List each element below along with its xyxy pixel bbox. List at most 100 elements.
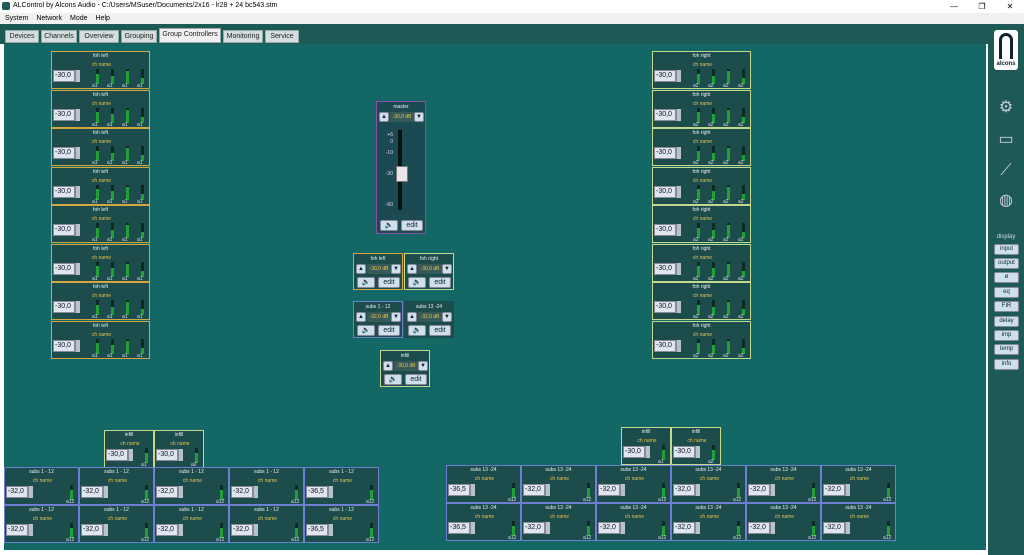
- tab-overview[interactable]: Overview: [79, 30, 119, 43]
- subs-right-panel-gain-field[interactable]: -32,0: [748, 484, 770, 496]
- subs-right-panel-gain-field[interactable]: -32,0: [823, 484, 845, 496]
- foh-right-panel-gain-field[interactable]: -30,0: [654, 262, 676, 275]
- infill-controller-edit-button[interactable]: edit: [405, 374, 427, 385]
- subs-left-panel-gain-field[interactable]: -32,0: [81, 486, 103, 498]
- subs-right-panel-gain-field[interactable]: -32,0: [673, 522, 695, 534]
- subs-right-panel-gain-spinner[interactable]: [620, 522, 625, 534]
- display-input-button[interactable]: input: [994, 244, 1019, 255]
- subs-left-panel-gain-spinner[interactable]: [178, 524, 183, 536]
- subs-left-panel-gain-spinner[interactable]: [328, 524, 333, 536]
- subs-1-12-controller-mute-button[interactable]: 🔈: [357, 325, 375, 336]
- foh-left-panel-gain-spinner[interactable]: [75, 262, 80, 275]
- foh-left-panel-gain-field[interactable]: -30,0: [53, 224, 75, 236]
- globe-icon[interactable]: ◍: [997, 192, 1015, 210]
- infill-controller-down-button[interactable]: ▼: [418, 361, 428, 371]
- tab-service[interactable]: Service: [265, 30, 299, 43]
- master-mute-button[interactable]: 🔈: [380, 220, 398, 231]
- subs-1-12-controller-up-button[interactable]: ▲: [356, 312, 366, 322]
- infill-left-a2-panel-gain-field[interactable]: -30,0: [156, 449, 178, 461]
- foh-left-panel-gain-spinner[interactable]: [75, 339, 80, 352]
- tab-group-controllers[interactable]: Group Controllers: [159, 28, 221, 43]
- foh-left-panel-gain-spinner[interactable]: [75, 185, 80, 198]
- subs-13-24-controller-mute-button[interactable]: 🔈: [408, 325, 426, 336]
- foh-left-controller-mute-button[interactable]: 🔈: [357, 277, 375, 288]
- foh-right-panel-gain-field[interactable]: -30,0: [654, 224, 676, 236]
- display-imp-button[interactable]: imp: [994, 330, 1019, 341]
- subs-1-12-controller-edit-button[interactable]: edit: [378, 325, 400, 336]
- subs-1-12-controller-down-button[interactable]: ▼: [391, 312, 401, 322]
- foh-left-panel-gain-spinner[interactable]: [75, 147, 80, 159]
- foh-left-panel-gain-field[interactable]: -30,0: [53, 339, 75, 352]
- tab-channels[interactable]: Channels: [41, 30, 77, 43]
- subs-right-panel-gain-field[interactable]: -32,0: [748, 522, 770, 534]
- subs-13-24-controller-up-button[interactable]: ▲: [407, 312, 417, 322]
- foh-left-panel-gain-spinner[interactable]: [75, 70, 80, 82]
- infill-left-a2-panel-gain-spinner[interactable]: [178, 449, 183, 461]
- foh-right-panel-gain-field[interactable]: -30,0: [654, 301, 676, 313]
- fader-knob[interactable]: [396, 166, 408, 182]
- subs-left-panel-gain-spinner[interactable]: [28, 524, 33, 536]
- subs-left-panel-gain-field[interactable]: -32,0: [156, 486, 178, 498]
- subs-left-panel-gain-spinner[interactable]: [253, 524, 258, 536]
- subs-left-panel-gain-field[interactable]: -36,5: [306, 486, 328, 498]
- subs-13-24-controller-edit-button[interactable]: edit: [429, 325, 451, 336]
- foh-left-panel-gain-field[interactable]: -30,0: [53, 301, 75, 313]
- subs-left-panel-gain-field[interactable]: -36,5: [306, 524, 328, 536]
- subs-right-panel-gain-field[interactable]: -36,5: [448, 522, 470, 534]
- subs-right-panel-gain-field[interactable]: -32,0: [523, 522, 545, 534]
- foh-right-controller-up-button[interactable]: ▲: [407, 264, 417, 274]
- subs-13-24-controller-down-button[interactable]: ▼: [442, 312, 452, 322]
- infill-right-a2-panel-gain-field[interactable]: -30,0: [673, 446, 695, 458]
- subs-left-panel-gain-spinner[interactable]: [178, 486, 183, 498]
- display-phase-button[interactable]: ø: [994, 272, 1019, 283]
- subs-right-panel-gain-field[interactable]: -32,0: [523, 484, 545, 496]
- menu-help[interactable]: Help: [91, 13, 113, 22]
- foh-right-panel-gain-spinner[interactable]: [676, 108, 681, 121]
- tab-grouping[interactable]: Grouping: [121, 30, 157, 43]
- subs-left-panel-gain-spinner[interactable]: [253, 486, 258, 498]
- display-info-button[interactable]: info: [994, 359, 1019, 370]
- foh-left-panel-gain-field[interactable]: -30,0: [53, 70, 75, 82]
- minimize-button[interactable]: —: [940, 0, 968, 13]
- foh-right-panel-gain-field[interactable]: -30,0: [654, 108, 676, 121]
- foh-right-controller-mute-button[interactable]: 🔈: [408, 277, 426, 288]
- foh-left-panel-gain-field[interactable]: -30,0: [53, 147, 75, 159]
- network-icon[interactable]: ▭: [997, 131, 1015, 149]
- subs-right-panel-gain-spinner[interactable]: [620, 484, 625, 496]
- foh-left-controller-edit-button[interactable]: edit: [378, 277, 400, 288]
- infill-controller-up-button[interactable]: ▲: [383, 361, 393, 371]
- foh-left-panel-gain-spinner[interactable]: [75, 224, 80, 236]
- display-fir-button[interactable]: FIR: [994, 301, 1019, 312]
- tab-devices[interactable]: Devices: [5, 30, 39, 43]
- subs-right-panel-gain-spinner[interactable]: [770, 522, 775, 534]
- foh-right-panel-gain-spinner[interactable]: [676, 301, 681, 313]
- menu-system[interactable]: System: [0, 13, 31, 22]
- foh-left-panel-gain-field[interactable]: -30,0: [53, 262, 75, 275]
- foh-right-panel-gain-field[interactable]: -30,0: [654, 185, 676, 198]
- subs-left-panel-gain-field[interactable]: -32,0: [231, 486, 253, 498]
- subs-right-panel-gain-spinner[interactable]: [845, 522, 850, 534]
- link-icon[interactable]: ⟋: [997, 162, 1015, 180]
- foh-left-panel-gain-spinner[interactable]: [75, 108, 80, 121]
- subs-left-panel-gain-spinner[interactable]: [103, 486, 108, 498]
- subs-right-panel-gain-field[interactable]: -32,0: [673, 484, 695, 496]
- gear-icon[interactable]: ⚙: [997, 99, 1015, 117]
- foh-right-panel-gain-field[interactable]: -30,0: [654, 147, 676, 159]
- subs-right-panel-gain-spinner[interactable]: [695, 484, 700, 496]
- foh-right-panel-gain-spinner[interactable]: [676, 70, 681, 82]
- subs-left-panel-gain-field[interactable]: -32,0: [231, 524, 253, 536]
- infill-right-a1-panel-gain-spinner[interactable]: [645, 446, 650, 458]
- foh-right-controller-edit-button[interactable]: edit: [429, 277, 451, 288]
- subs-right-panel-gain-spinner[interactable]: [695, 522, 700, 534]
- foh-right-panel-gain-spinner[interactable]: [676, 185, 681, 198]
- foh-right-panel-gain-field[interactable]: -30,0: [654, 339, 676, 352]
- foh-left-panel-gain-field[interactable]: -30,0: [53, 108, 75, 121]
- subs-right-panel-gain-spinner[interactable]: [545, 522, 550, 534]
- subs-right-panel-gain-field[interactable]: -32,0: [598, 522, 620, 534]
- subs-left-panel-gain-spinner[interactable]: [103, 524, 108, 536]
- subs-left-panel-gain-field[interactable]: -32,0: [81, 524, 103, 536]
- subs-left-panel-gain-field[interactable]: -32,0: [6, 524, 28, 536]
- foh-left-panel-gain-field[interactable]: -30,0: [53, 185, 75, 198]
- foh-right-panel-gain-field[interactable]: -30,0: [654, 70, 676, 82]
- infill-left-a1-panel-gain-field[interactable]: -30,0: [106, 449, 128, 461]
